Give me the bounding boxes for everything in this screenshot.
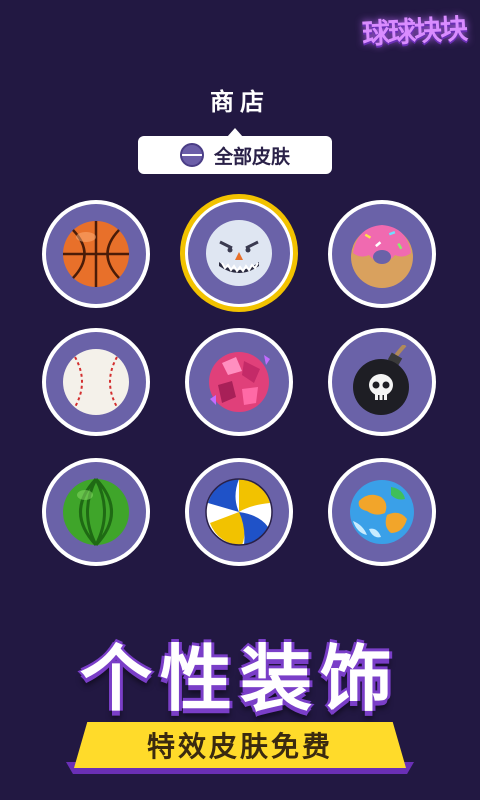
- watermelon-icon: [63, 477, 129, 547]
- skin-item-crystal-planet[interactable]: [185, 328, 293, 436]
- snowball-monster-icon: [206, 220, 272, 286]
- skin-grid: [0, 0, 480, 620]
- skin-item-watermelon[interactable]: [42, 458, 150, 566]
- skin-item-baseball[interactable]: [42, 328, 150, 436]
- donut-icon: [351, 225, 413, 288]
- skin-item-earth[interactable]: [328, 458, 436, 566]
- crystal-planet-icon: [209, 352, 270, 412]
- volleyball-icon: [205, 478, 273, 546]
- earth-icon: [350, 480, 414, 544]
- headline: 个性装饰: [79, 637, 400, 721]
- banner-text: 特效皮肤免费: [146, 730, 333, 763]
- bomb-icon: [353, 345, 409, 415]
- promo-banner: 特效皮肤免费: [74, 722, 406, 768]
- skin-item-snowball-monster[interactable]: [180, 194, 298, 312]
- skin-item-basketball[interactable]: [42, 200, 150, 308]
- basketball-icon: [63, 221, 129, 287]
- skin-item-bomb[interactable]: [328, 328, 436, 436]
- skin-item-volleyball[interactable]: [185, 458, 293, 566]
- baseball-icon: [63, 349, 129, 415]
- skin-item-donut[interactable]: [328, 200, 436, 308]
